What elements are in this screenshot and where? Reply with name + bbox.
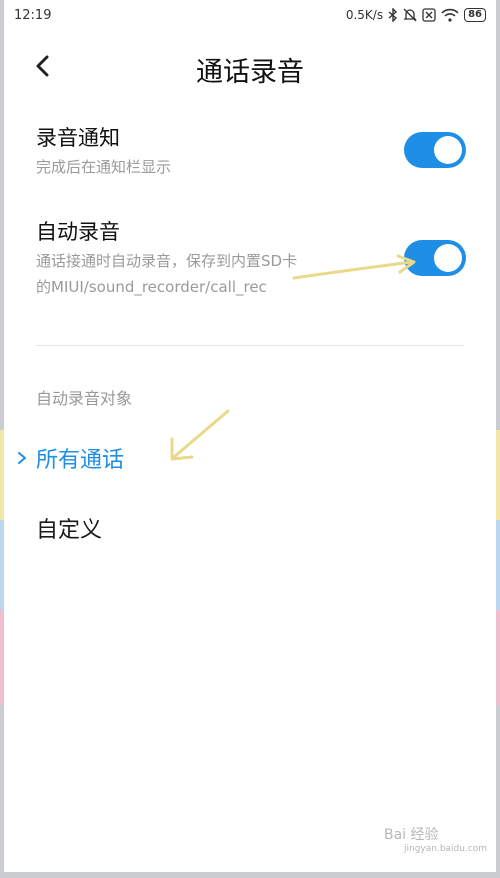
record-notification-toggle[interactable] <box>404 132 466 168</box>
option-custom[interactable]: 自定义 <box>0 498 500 558</box>
status-time: 12:19 <box>14 8 52 23</box>
watermark-sub: jingyan.baidu.com <box>404 844 488 854</box>
toggle-knob <box>434 244 462 272</box>
setting-title: 自动录音 <box>36 220 120 244</box>
title-bar: 通话录音 <box>0 40 500 96</box>
status-bar: 12:19 0.5K/s 86 <box>0 0 500 32</box>
battery-indicator: 86 <box>464 8 486 22</box>
watermark: Bai 经验 jingyan.baidu.com <box>384 824 487 854</box>
setting-description: 完成后在通知栏显示 <box>36 158 172 176</box>
wifi-icon <box>441 7 459 23</box>
status-icons: 0.5K/s 86 <box>346 7 486 23</box>
setting-title: 录音通知 <box>36 126 120 150</box>
option-label: 自定义 <box>36 518 103 543</box>
chevron-right-icon <box>18 452 26 464</box>
annotation-arrow-icon <box>292 254 416 280</box>
frame-accent-pink-right <box>496 610 500 705</box>
option-all-calls[interactable]: 所有通话 <box>0 428 500 488</box>
network-speed: 0.5K/s <box>345 8 384 22</box>
bluetooth-icon <box>388 7 398 23</box>
sim-icon <box>422 7 436 23</box>
option-label: 所有通话 <box>36 448 125 473</box>
toggle-knob <box>434 136 462 164</box>
section-header: 自动录音对象 <box>36 389 133 408</box>
frame-accent-pink <box>0 610 4 705</box>
divider <box>36 345 464 346</box>
annotation-arrow-icon <box>170 409 230 461</box>
page-title: 通话录音 <box>196 57 304 88</box>
watermark-text: Bai 经验 <box>384 827 439 843</box>
setting-record-notification[interactable]: 录音通知 完成后在通知栏显示 <box>36 124 466 184</box>
mute-icon <box>403 7 417 23</box>
window-frame-bottom <box>0 872 500 878</box>
